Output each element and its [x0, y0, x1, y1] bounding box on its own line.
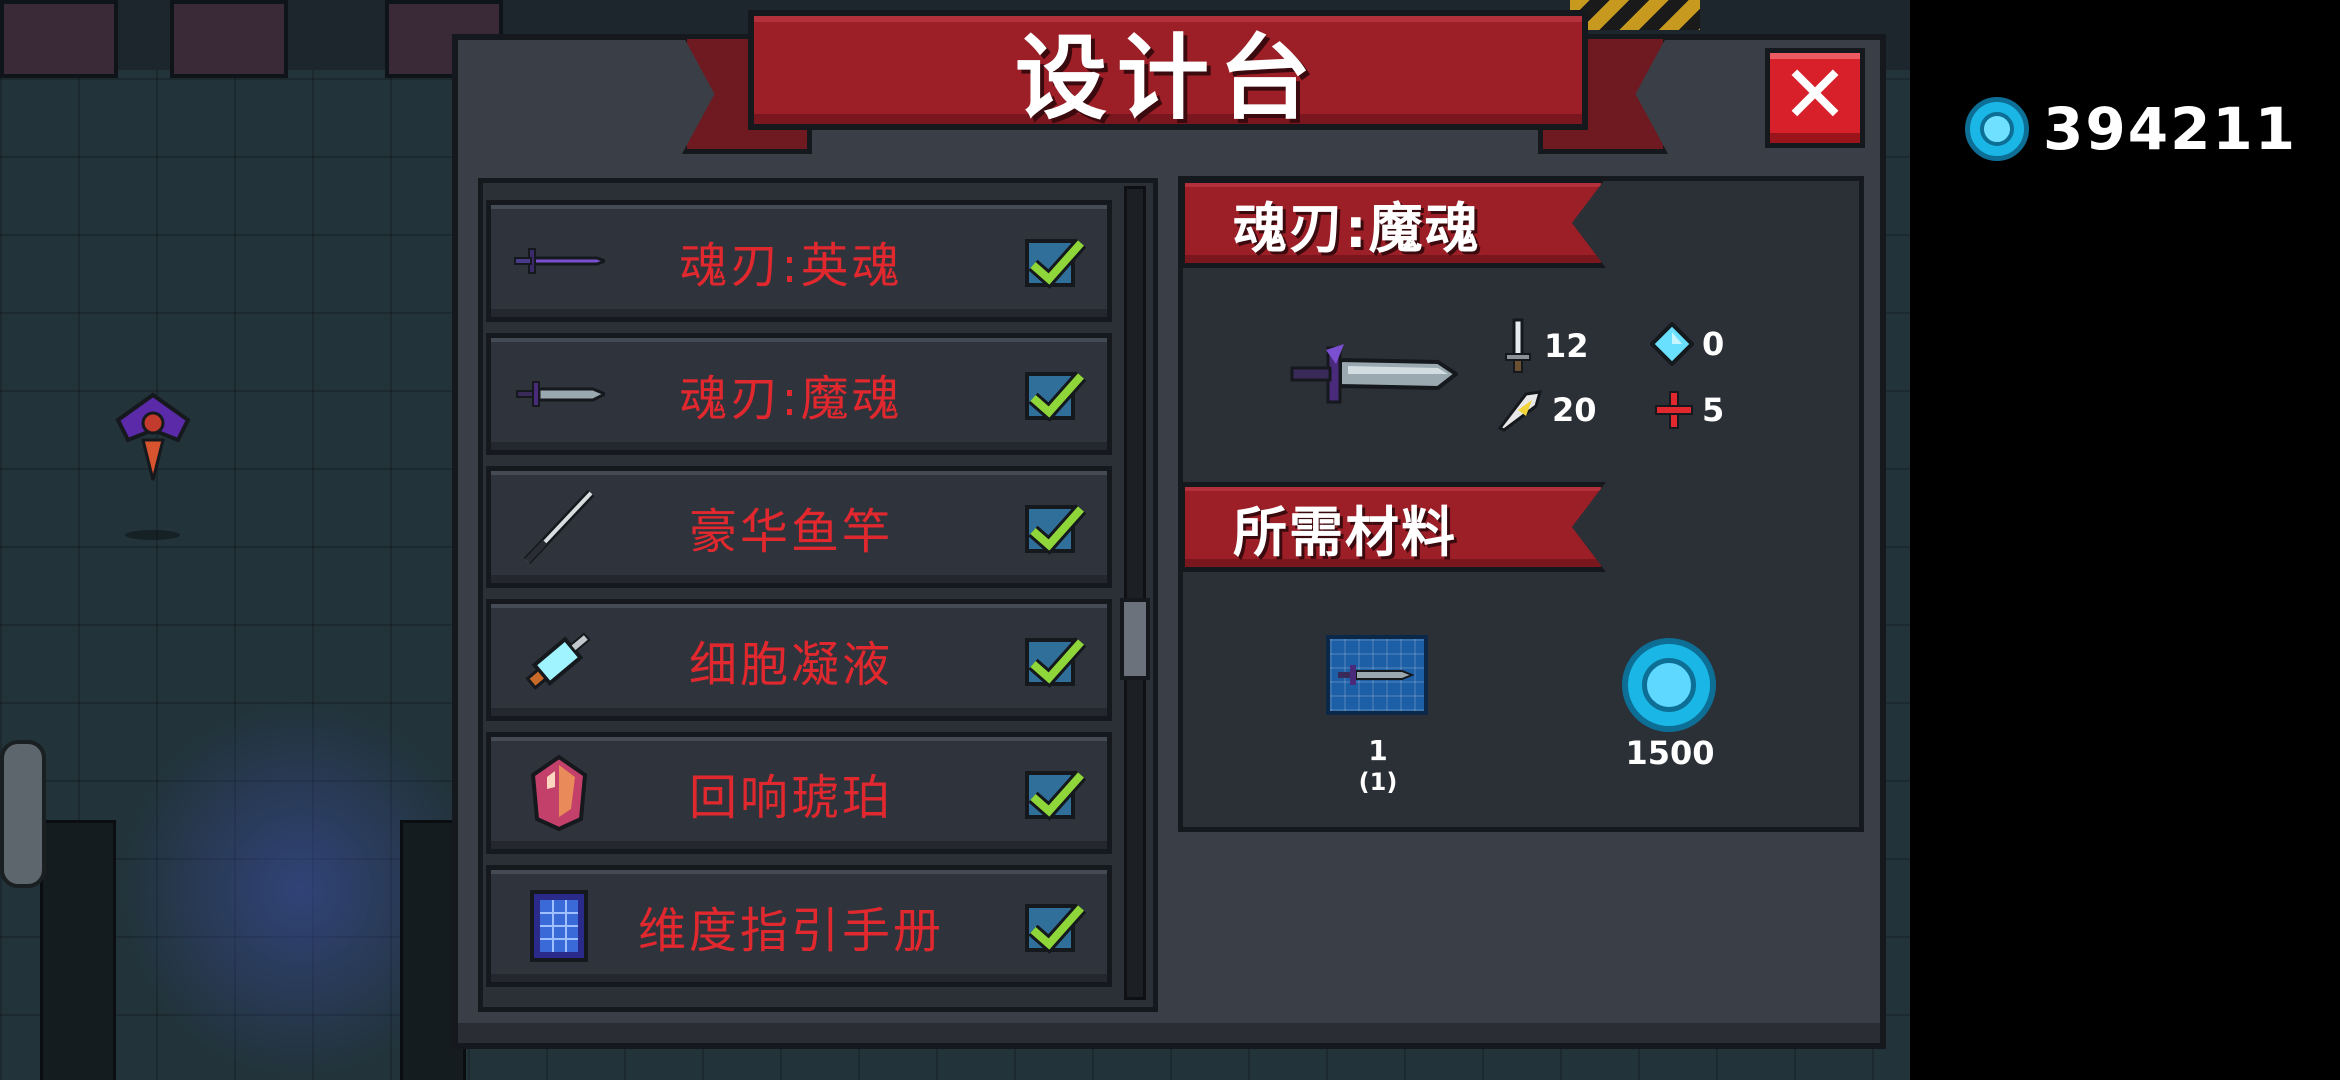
recipe-name: 魂刃:魔魂 — [679, 371, 903, 427]
checkbox-checked[interactable] — [1025, 238, 1087, 289]
check-icon — [1028, 238, 1087, 289]
recipe-name: 魂刃:英魂 — [679, 238, 903, 294]
floor-pillar — [40, 820, 116, 1080]
hazard-stripes — [1570, 0, 1700, 30]
amber-gem-icon — [513, 752, 605, 834]
stat-accuracy: 5 — [1654, 390, 1724, 430]
sword-icon — [1505, 318, 1531, 373]
scrollbar-thumb[interactable] — [1120, 598, 1150, 680]
bat-pet-sprite — [115, 392, 191, 481]
recipe-item[interactable]: 豪华鱼竿 — [486, 466, 1112, 588]
fishing-rod-icon — [513, 486, 605, 568]
gas-tank — [0, 740, 46, 888]
checkbox-checked[interactable] — [1025, 371, 1087, 422]
blueprint-owned: (1) — [1358, 768, 1398, 796]
crit-spark-icon — [1497, 390, 1543, 432]
gem-coin-icon — [1622, 638, 1716, 732]
materials-heading: 所需材料 — [1233, 500, 1457, 564]
check-icon — [1028, 504, 1087, 555]
title-ribbon: 设计台 — [748, 10, 1588, 132]
recipe-item[interactable]: 魂刃:魔魂 — [486, 333, 1112, 455]
blueprint-amount: 1 — [1368, 734, 1388, 767]
dark-blade-icon — [1290, 344, 1458, 404]
recipe-name: 豪华鱼竿 — [688, 504, 893, 560]
crit-value: 20 — [1552, 391, 1597, 429]
recipe-item[interactable]: 魂刃:英魂 — [486, 200, 1112, 322]
checkbox-checked[interactable] — [1025, 770, 1087, 821]
recipe-name: 细胞凝液 — [688, 637, 893, 693]
energy-value: 0 — [1702, 325, 1725, 363]
close-button[interactable]: ✕ — [1765, 48, 1865, 148]
energy-crystal-icon — [1650, 322, 1694, 366]
check-icon — [1028, 637, 1087, 688]
check-icon — [1028, 371, 1087, 422]
gem-cost: 1500 — [1625, 734, 1715, 772]
checkbox-checked[interactable] — [1025, 637, 1087, 688]
item-name-banner: 魂刃:魔魂 — [1180, 178, 1606, 268]
damage-value: 12 — [1544, 327, 1589, 365]
close-icon: ✕ — [1781, 48, 1849, 141]
sprite-shadow — [125, 530, 180, 540]
recipe-item[interactable]: 回响琥珀 — [486, 732, 1112, 854]
check-icon — [1028, 903, 1087, 954]
recipe-name: 回响琥珀 — [688, 770, 893, 826]
accuracy-value: 5 — [1702, 391, 1725, 429]
stat-energy: 0 — [1650, 322, 1724, 366]
crosshair-icon — [1655, 391, 1693, 429]
currency-display: 394211 — [1965, 95, 2297, 163]
gem-amount: 394211 — [2043, 95, 2298, 163]
recipe-item[interactable]: 维度指引手册 — [486, 865, 1112, 987]
checkbox-checked[interactable] — [1025, 504, 1087, 555]
dark-blade-icon — [513, 353, 605, 435]
checkbox-checked[interactable] — [1025, 903, 1087, 954]
recipe-name: 维度指引手册 — [637, 903, 944, 959]
recipe-item[interactable]: 细胞凝液 — [486, 599, 1112, 721]
list-scrollbar[interactable] — [1124, 186, 1146, 1000]
selected-item-name: 魂刃:魔魂 — [1233, 196, 1481, 260]
panel-bottom-edge — [458, 1023, 1880, 1043]
syringe-icon — [513, 619, 605, 701]
wall-door — [0, 0, 118, 78]
stat-damage: 12 — [1500, 318, 1589, 374]
materials-banner: 所需材料 — [1180, 482, 1606, 572]
blue-gem-icon — [1965, 97, 2029, 161]
check-icon — [1028, 770, 1087, 821]
blueprint-icon — [1326, 635, 1428, 715]
wall-door — [170, 0, 288, 78]
panel-title: 设计台 — [1014, 24, 1321, 132]
blue-manual-icon — [513, 885, 605, 967]
purple-sword-icon — [513, 220, 605, 302]
stat-crit: 20 — [1496, 388, 1597, 432]
